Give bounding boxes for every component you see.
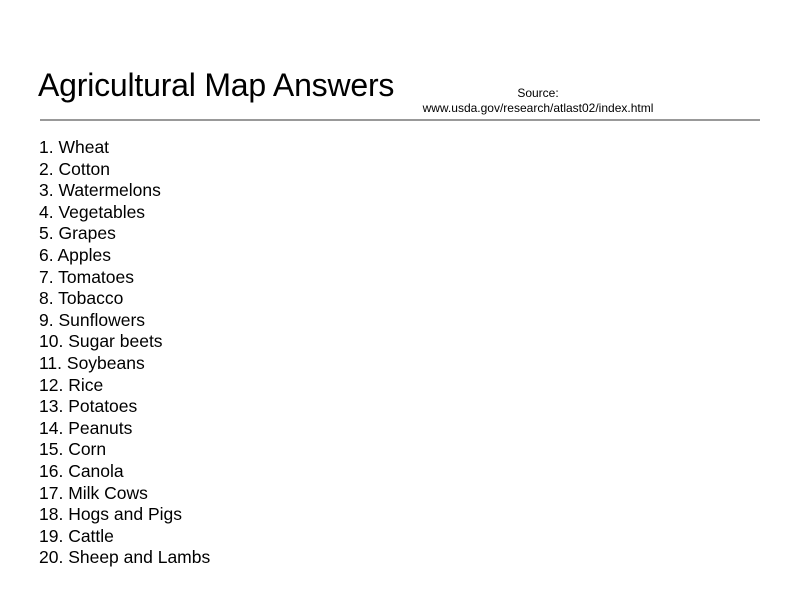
answer-item: 7. Tomatoes (39, 266, 135, 287)
answer-item: 12. Rice (39, 374, 104, 395)
answer-item: 13. Potatoes (39, 396, 138, 417)
answer-item: 11. Soybeans (39, 352, 145, 373)
answer-item: 4. Vegetables (39, 201, 146, 222)
page-title: Agricultural Map Answers (38, 67, 395, 103)
answer-item: 19. Cattle (39, 525, 114, 546)
source-label: Source: (517, 86, 559, 100)
answer-item: 3. Watermelons (39, 180, 161, 201)
answer-item: 17. Milk Cows (39, 482, 148, 503)
answer-item: 10. Sugar beets (39, 331, 163, 352)
answer-item: 6. Apples (39, 244, 111, 265)
answer-item: 14. Peanuts (39, 417, 133, 438)
answer-item: 18. Hogs and Pigs (39, 504, 183, 525)
answer-item: 8. Tobacco (39, 288, 124, 309)
header-divider (40, 119, 760, 121)
source-url: www.usda.gov/research/atlast02/index.htm… (422, 101, 654, 115)
answer-item: 15. Corn (39, 439, 107, 460)
answer-list: 1. Wheat 2. Cotton 3. Watermelons 4. Veg… (39, 137, 210, 569)
answer-item: 2. Cotton (39, 158, 111, 179)
answer-item: 1. Wheat (39, 137, 110, 157)
answer-item: 5. Grapes (39, 223, 116, 244)
source-citation: Source: www.usda.gov/research/atlast02/i… (418, 86, 658, 116)
answer-item: 9. Sunflowers (39, 309, 146, 330)
answer-item: 20. Sheep and Lambs (39, 547, 211, 568)
answer-item: 16. Canola (39, 460, 124, 481)
